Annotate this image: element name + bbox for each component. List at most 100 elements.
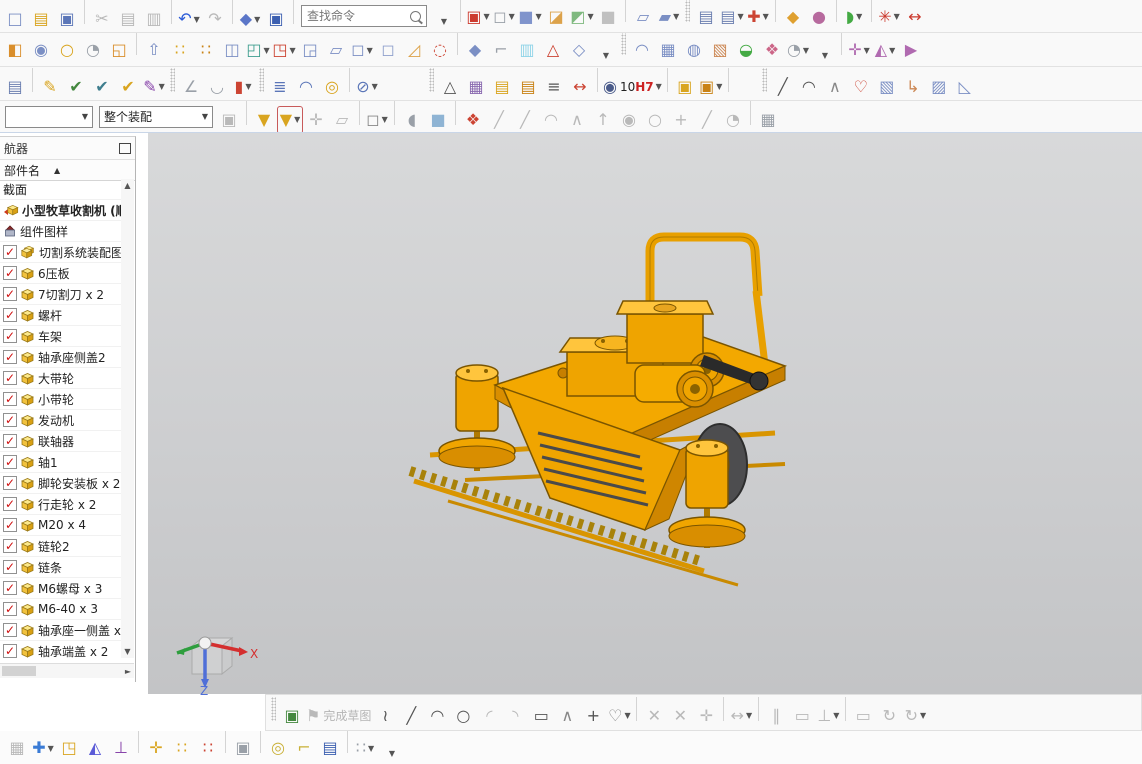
component-checkbox[interactable]: ✓: [3, 350, 17, 364]
pocket-icon[interactable]: ◱: [107, 37, 131, 63]
orientation-triad[interactable]: X Z: [160, 621, 260, 696]
tree-item[interactable]: ✓ 链轮2: [0, 536, 122, 557]
pattern-component-icon[interactable]: ∷: [170, 735, 194, 761]
section-curve-icon[interactable]: ◺: [953, 74, 977, 100]
sketch-circle-icon[interactable]: ○: [451, 703, 475, 729]
find-component-icon[interactable]: ▦: [5, 735, 29, 761]
scroll-up-icon[interactable]: ▲: [124, 179, 130, 192]
feature-navigator-icon[interactable]: ▤: [3, 74, 27, 100]
interpart-link-icon[interactable]: ✳ ▼: [877, 4, 901, 30]
toolbar-drag-handle[interactable]: [259, 67, 264, 92]
tree-item[interactable]: ✓ 轴承端盖 x 2: [0, 641, 122, 658]
sweep-sheet-icon[interactable]: ◿: [402, 37, 426, 63]
tree-item[interactable]: ✓ 行走轮 x 2: [0, 494, 122, 515]
polyhedron-icon[interactable]: ◇: [567, 37, 591, 63]
assembly-constraints-icon[interactable]: ⊥: [109, 735, 133, 761]
maximize-icon[interactable]: [119, 142, 131, 154]
component-checkbox[interactable]: ✓: [3, 371, 17, 385]
evaluate-sketch-icon[interactable]: ↻ ▼: [903, 703, 927, 729]
selection-scope-combo[interactable]: 整个装配 ▼: [99, 105, 213, 128]
curve-surface-icon[interactable]: ◍: [682, 37, 706, 63]
snap-axis-icon[interactable]: ↑: [591, 107, 615, 133]
intersect-curve-icon[interactable]: ▨: [927, 74, 951, 100]
sheet-bend-icon[interactable]: ⌐: [489, 37, 513, 63]
verify-body-icon[interactable]: ✔: [116, 74, 140, 100]
wave-geometry-icon[interactable]: ▣: [231, 735, 255, 761]
component-checkbox[interactable]: ✓: [3, 392, 17, 406]
component-checkbox[interactable]: ✓: [3, 413, 17, 427]
offset-region-icon[interactable]: ◭ ▼: [873, 37, 897, 63]
sketch-line-icon[interactable]: ╱: [399, 703, 423, 729]
defer-evaluation-icon[interactable]: ▭: [851, 703, 875, 729]
navigator-column-header[interactable]: 部件名 ▲: [0, 159, 135, 181]
check-mate-icon[interactable]: ✔: [90, 74, 114, 100]
tree-item[interactable]: ✓ 发动机: [0, 410, 122, 431]
attach-note-icon[interactable]: ✎: [38, 74, 62, 100]
swept-surface-icon[interactable]: ▧: [708, 37, 732, 63]
scroll-down-icon[interactable]: ▼: [124, 645, 130, 658]
chamfer-icon[interactable]: ◝: [503, 703, 527, 729]
rapid-dimension-icon[interactable]: ↔ ▼: [729, 703, 753, 729]
pattern-geometry-icon[interactable]: ∷: [194, 37, 218, 63]
new-file-icon[interactable]: □: [3, 6, 27, 32]
make-corner-icon[interactable]: ✛: [694, 703, 718, 729]
tree-item[interactable]: 截面: [0, 179, 122, 200]
closed-profile-icon[interactable]: ♡: [849, 74, 873, 100]
tube-icon[interactable]: ◌: [428, 37, 452, 63]
show-constraints-icon[interactable]: ⊥ ▼: [816, 703, 840, 729]
toolbar-drag-handle[interactable]: [170, 67, 175, 92]
pattern-feature-icon[interactable]: ∷: [168, 37, 192, 63]
mirror-assembly-icon[interactable]: ◭: [83, 735, 107, 761]
auto-constrain-icon[interactable]: ▭: [790, 703, 814, 729]
move-face-icon[interactable]: ✛ ▼: [847, 37, 871, 63]
component-checkbox[interactable]: ✓: [3, 287, 17, 301]
show-hide-icon[interactable]: ◗ ▼: [842, 4, 866, 30]
clip-section-icon[interactable]: ◩ ▼: [570, 4, 594, 30]
snap-point-icon[interactable]: ❖: [461, 107, 485, 133]
triangle-mesh-icon[interactable]: △: [438, 74, 462, 100]
through-curves-icon[interactable]: ▦: [656, 37, 680, 63]
component-checkbox[interactable]: ✓: [3, 434, 17, 448]
tree-item[interactable]: ✓ 联轴器: [0, 431, 122, 452]
parallel-constraint-icon[interactable]: ∥: [764, 703, 788, 729]
scroll-right-icon[interactable]: ►: [125, 667, 134, 676]
tree-item[interactable]: ✓ 小带轮: [0, 389, 122, 410]
point-set-folder-icon[interactable]: ▤: [490, 74, 514, 100]
paste-icon[interactable]: ▥: [142, 6, 166, 32]
bounded-slab-icon[interactable]: ▥: [515, 37, 539, 63]
rib-icon[interactable]: ◔: [81, 37, 105, 63]
toolbar-drag-handle[interactable]: [271, 696, 276, 721]
pattern-curve-icon[interactable]: ♡ ▼: [607, 703, 631, 729]
hook-tool-icon[interactable]: ◠: [294, 74, 318, 100]
component-checkbox[interactable]: ✓: [3, 308, 17, 322]
selection-type-combo[interactable]: ▼: [5, 105, 93, 128]
filter-funnel-icon[interactable]: ▼: [252, 107, 276, 133]
drag-filter-icon[interactable]: ▱: [330, 107, 354, 133]
draft-analysis-icon[interactable]: ∠: [179, 74, 203, 100]
extrude-icon[interactable]: ⇧: [142, 37, 166, 63]
polygon-icon[interactable]: ∧: [555, 703, 579, 729]
component-checkbox[interactable]: ✓: [3, 476, 17, 490]
datum-plane-icon[interactable]: ◧: [3, 37, 27, 63]
unite-icon[interactable]: ◳ ▼: [272, 37, 296, 63]
thicken-sheet-icon[interactable]: ▱: [324, 37, 348, 63]
component-sequence-icon[interactable]: ∷: [196, 735, 220, 761]
snap-endpoint-icon[interactable]: ╱: [487, 107, 511, 133]
wcs-orient-icon[interactable]: ✚ ▼: [746, 4, 770, 30]
tree-item[interactable]: ✓ M20 x 4: [0, 515, 122, 536]
tree-item[interactable]: ✓ 链条: [0, 557, 122, 578]
interference-check-icon[interactable]: ◎: [266, 735, 290, 761]
examine-geometry-icon[interactable]: ✔: [64, 74, 88, 100]
snap-spline-icon[interactable]: ∧: [565, 107, 589, 133]
command-search-box[interactable]: [301, 5, 427, 27]
dimension-brush-icon[interactable]: ↔: [568, 74, 592, 100]
component-checkbox[interactable]: ✓: [3, 266, 17, 280]
toolbar-drag-handle[interactable]: [429, 67, 434, 92]
object-display-icon[interactable]: ●: [807, 4, 831, 30]
sketch-polyline-icon[interactable]: ∧: [823, 74, 847, 100]
group-folder-icon[interactable]: ▤: [516, 74, 540, 100]
sketch-task-icon[interactable]: ▣: [280, 703, 304, 729]
mirror-feature-icon[interactable]: ◫: [220, 37, 244, 63]
snap-quadrant-icon[interactable]: ◔: [721, 107, 745, 133]
info-window-icon[interactable]: ▣: [264, 6, 288, 32]
